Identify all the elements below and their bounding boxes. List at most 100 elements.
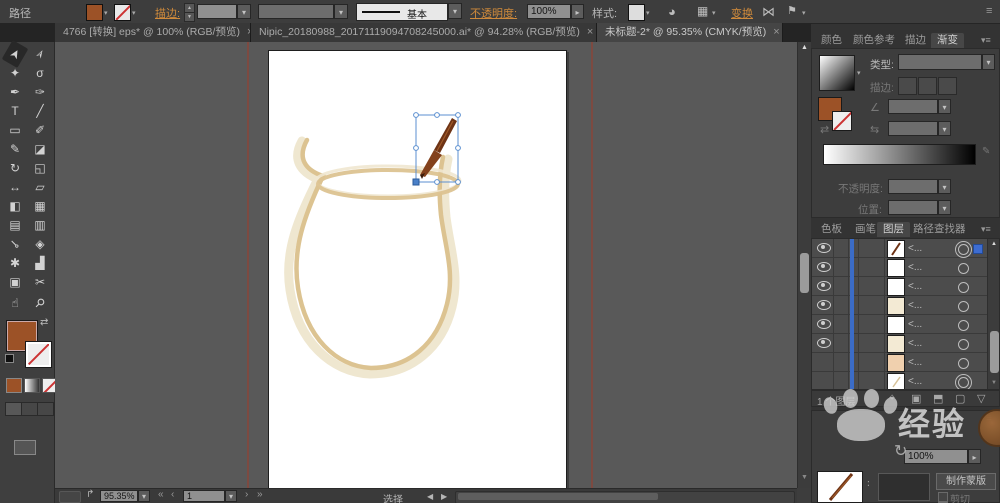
- free-transform-tool[interactable]: ▱: [29, 178, 51, 196]
- canvas-area[interactable]: [55, 42, 797, 488]
- last-artboard-icon[interactable]: »: [257, 489, 263, 500]
- vertical-scrollbar[interactable]: ▲ ▼: [797, 42, 811, 488]
- scrollbar-thumb[interactable]: [800, 253, 809, 293]
- graphic-style-icon[interactable]: ⚑: [787, 4, 797, 17]
- brush-dropdown[interactable]: ▾: [448, 3, 462, 19]
- scroll-down-arrow[interactable]: ▼: [801, 474, 808, 481]
- layer-label[interactable]: <...: [908, 376, 922, 387]
- target-circle[interactable]: [958, 377, 969, 388]
- line-segment-tool[interactable]: ╱: [29, 102, 51, 120]
- locate-object-icon[interactable]: ⌖: [889, 392, 895, 405]
- layer-thumbnail[interactable]: [887, 373, 905, 390]
- stroke-spin-down[interactable]: ▼: [184, 12, 195, 22]
- target-circle[interactable]: [958, 263, 969, 274]
- tab-color-guide[interactable]: 颜色参考: [847, 33, 901, 48]
- gradient-slider[interactable]: [823, 144, 976, 165]
- swap-fill-stroke-icon[interactable]: ⇄: [40, 317, 48, 328]
- target-circle[interactable]: [958, 282, 969, 293]
- zoom-tool[interactable]: ⚲: [26, 289, 54, 317]
- aspect-ratio-field[interactable]: [888, 121, 938, 136]
- stroke-across-button[interactable]: [938, 77, 957, 95]
- stop-opacity-dropdown[interactable]: ▾: [938, 179, 951, 194]
- hscroll-left-icon[interactable]: ◀: [427, 492, 433, 501]
- visibility-eye-icon[interactable]: [817, 281, 831, 291]
- hscroll-right-icon[interactable]: ▶: [441, 492, 447, 501]
- export-icon[interactable]: ↱: [86, 489, 94, 500]
- gradient-edit-icon[interactable]: ✎: [982, 146, 990, 157]
- gradient-stroke-proxy[interactable]: [832, 111, 852, 131]
- zoom-dropdown-icon[interactable]: ▾: [138, 490, 150, 502]
- screen-mode-button[interactable]: [14, 440, 36, 455]
- layer-row[interactable]: <...: [812, 258, 987, 277]
- style-dropdown-icon[interactable]: ▾: [646, 9, 650, 17]
- layers-scroll-up-icon[interactable]: ▲: [991, 241, 997, 247]
- panel-menu-icon[interactable]: ▾≡: [981, 35, 991, 46]
- next-artboard-icon[interactable]: ›: [245, 489, 248, 500]
- align-dropdown-icon[interactable]: ▾: [712, 9, 716, 17]
- layer-label[interactable]: <...: [908, 262, 922, 273]
- target-circle[interactable]: [958, 301, 969, 312]
- target-circle[interactable]: [958, 339, 969, 350]
- scale-tool[interactable]: ◱: [29, 159, 51, 177]
- clip-checkbox[interactable]: [938, 492, 948, 502]
- status-button[interactable]: [59, 491, 81, 503]
- new-layer-icon[interactable]: ▢: [955, 392, 965, 405]
- document-tab-1[interactable]: 4766 [转换] eps* @ 100% (RGB/预览)×: [55, 23, 251, 42]
- shape-builder-tool[interactable]: ◧: [4, 197, 26, 215]
- transform-link[interactable]: 变换: [731, 5, 753, 21]
- document-tab-2[interactable]: Nipic_20180988_20171119094708245000.ai* …: [251, 23, 597, 42]
- layer-label[interactable]: <...: [908, 243, 922, 254]
- delete-layer-icon[interactable]: ▽: [977, 392, 985, 405]
- layer-label[interactable]: <...: [908, 300, 922, 311]
- gradient-mode-button[interactable]: [24, 378, 40, 393]
- stroke-weight-dropdown[interactable]: ▾: [237, 4, 251, 19]
- paintbrush-tool[interactable]: ✐: [29, 121, 51, 139]
- stroke-weight-field[interactable]: [197, 4, 237, 19]
- layer-thumbnail[interactable]: [887, 297, 905, 315]
- draw-normal-button[interactable]: [5, 402, 22, 416]
- magic-wand-tool[interactable]: ✦: [4, 64, 26, 82]
- angle-dropdown-icon[interactable]: ▾: [938, 99, 951, 114]
- type-tool[interactable]: T: [4, 102, 26, 120]
- layers-scrollbar-thumb[interactable]: [990, 331, 999, 373]
- isolate-icon[interactable]: ⋈: [762, 4, 775, 20]
- zoom-level-field[interactable]: 95.35%: [100, 490, 138, 502]
- layers-scroll-down-icon[interactable]: ▼: [991, 380, 997, 386]
- control-bar-menu-icon[interactable]: ≡: [986, 5, 992, 17]
- gradient-thumbnail[interactable]: [819, 55, 855, 91]
- object-thumbnail[interactable]: [817, 471, 863, 503]
- layer-thumbnail[interactable]: [887, 316, 905, 334]
- fill-color-swatch[interactable]: [86, 4, 103, 21]
- stroke-dropdown-icon[interactable]: ▾: [132, 9, 136, 17]
- color-mode-button[interactable]: [6, 378, 22, 393]
- transparency-apply-button[interactable]: ▸: [968, 449, 981, 464]
- rotate-tool[interactable]: ↻: [4, 159, 26, 177]
- visibility-eye-icon[interactable]: [817, 338, 831, 348]
- new-sublayer-icon[interactable]: ⬒: [933, 392, 943, 405]
- tab-stroke[interactable]: 描边: [899, 33, 932, 48]
- target-circle[interactable]: [958, 358, 969, 369]
- gradient-type-dropdown-icon[interactable]: ▾: [982, 54, 995, 70]
- lasso-tool[interactable]: σ: [29, 64, 51, 82]
- layer-row[interactable]: <...: [812, 239, 987, 258]
- reverse-gradient-icon[interactable]: ⇄: [820, 123, 829, 136]
- recolor-artwork-icon[interactable]: ◕: [668, 4, 676, 19]
- transparency-opacity-field[interactable]: 100%: [904, 449, 968, 464]
- stop-position-field[interactable]: [888, 200, 938, 215]
- mask-link-icon[interactable]: ∶: [867, 479, 870, 490]
- tab-color[interactable]: 颜色: [815, 33, 848, 48]
- hand-tool[interactable]: ☝: [4, 294, 26, 312]
- layer-thumbnail[interactable]: [887, 259, 905, 277]
- make-mask-button[interactable]: 制作蒙版: [936, 473, 996, 490]
- visibility-eye-icon[interactable]: [817, 243, 831, 253]
- artboard-dropdown-icon[interactable]: ▾: [225, 490, 237, 502]
- layer-thumbnail[interactable]: [887, 278, 905, 296]
- perspective-grid-tool[interactable]: ▦: [29, 197, 51, 215]
- layer-thumbnail[interactable]: [887, 335, 905, 353]
- target-circle[interactable]: [958, 244, 969, 255]
- tab-pathfinder[interactable]: 路径查找器: [907, 222, 972, 237]
- eraser-tool[interactable]: ◪: [29, 140, 51, 158]
- first-artboard-icon[interactable]: «: [158, 489, 164, 500]
- style-swatch[interactable]: [628, 4, 645, 21]
- brush-definition-field[interactable]: 基本: [356, 3, 448, 21]
